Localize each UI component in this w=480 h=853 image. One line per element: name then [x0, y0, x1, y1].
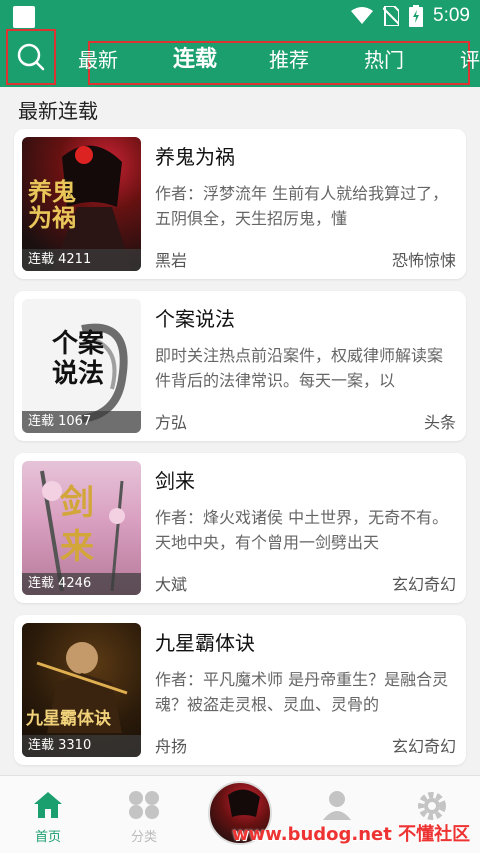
tab-popular[interactable]: 热门	[364, 43, 404, 77]
category-icon	[129, 791, 159, 819]
book-cover[interactable]: 九星霸体诀 连载 3310	[22, 623, 141, 757]
chapter-count-badge: 连载 3310	[22, 735, 141, 757]
no-sim-icon	[383, 6, 400, 26]
chapter-count-badge: 连载 1067	[22, 411, 141, 433]
book-card[interactable]: 剑来 连载 4246 剑来 作者：烽火戏诸侯 中土世界，无奇不有。天地中央，有个…	[14, 453, 466, 603]
section-title: 最新连载	[18, 99, 98, 123]
book-card[interactable]: 养鬼为祸 连载 4211 养鬼为祸 作者：浮梦流年 生前有人就给我算过了，五阴俱…	[14, 129, 466, 279]
book-description: 作者：浮梦流年 生前有人就给我算过了，五阴俱全，天生招厉鬼，懂	[155, 184, 449, 228]
book-author: 黑岩	[155, 251, 188, 270]
book-author: 舟扬	[155, 737, 188, 756]
book-description: 作者：平凡魔术师 是丹帝重生？是融合灵魂？被盗走灵根、灵血、灵骨的	[155, 670, 449, 714]
nav-home-label: 首页	[34, 830, 61, 845]
book-author: 方弘	[155, 413, 188, 432]
book-card[interactable]: 九星霸体诀 连载 3310 九星霸体诀 作者：平凡魔术师 是丹帝重生？是融合灵魂…	[14, 615, 466, 765]
book-genre: 恐怖惊悚	[391, 251, 456, 270]
book-title[interactable]: 个案说法	[155, 303, 235, 332]
home-icon	[34, 792, 62, 818]
book-description: 即时关注热点前沿案件，权威律师解读案件背后的法律常识。每天一案，以	[155, 346, 444, 390]
tab-more[interactable]: 评	[460, 43, 480, 77]
cover-title: 九星霸体诀	[26, 709, 111, 729]
status-time: 5:09	[433, 5, 470, 26]
nav-category-label: 分类	[130, 830, 157, 845]
status-bar: 5:09	[0, 0, 480, 33]
settings-icon	[418, 792, 446, 820]
book-cover[interactable]: 养鬼为祸 连载 4211	[22, 137, 141, 271]
cover-title: 养鬼为祸	[28, 177, 76, 232]
cover-title: 个案说法	[52, 329, 105, 389]
book-title[interactable]: 剑来	[155, 465, 195, 494]
book-title[interactable]: 养鬼为祸	[155, 141, 235, 170]
battery-charging-icon	[409, 5, 424, 27]
profile-icon	[323, 791, 351, 820]
nav-category[interactable]: 分类	[114, 790, 174, 845]
nav-home[interactable]: 首页	[18, 790, 78, 845]
cover-title: 剑来	[60, 483, 94, 567]
book-description: 作者：烽火戏诸侯 中土世界，无奇不有。天地中央，有个曾用一剑劈出天	[155, 508, 449, 552]
search-icon	[17, 43, 45, 71]
tab-latest[interactable]: 最新	[78, 43, 118, 77]
app-notification-icon	[13, 6, 35, 28]
book-card[interactable]: 个案说法 连载 1067 个案说法 即时关注热点前沿案件，权威律师解读案件背后的…	[14, 291, 466, 441]
tab-serialized[interactable]: 连载	[173, 43, 217, 77]
book-cover[interactable]: 剑来 连载 4246	[22, 461, 141, 595]
book-genre: 玄幻奇幻	[391, 575, 456, 594]
chapter-count-badge: 连载 4246	[22, 573, 141, 595]
watermark: www.budog.net 不懂社区	[232, 824, 471, 845]
chapter-count-badge: 连载 4211	[22, 249, 141, 271]
book-genre: 玄幻奇幻	[391, 737, 456, 756]
search-button[interactable]	[6, 29, 56, 85]
tab-recommended[interactable]: 推荐	[269, 43, 309, 77]
book-title[interactable]: 九星霸体诀	[155, 627, 255, 656]
book-author: 大斌	[155, 575, 188, 594]
book-genre: 头条	[423, 413, 456, 432]
wifi-icon	[351, 7, 374, 24]
book-cover[interactable]: 个案说法 连载 1067	[22, 299, 141, 433]
